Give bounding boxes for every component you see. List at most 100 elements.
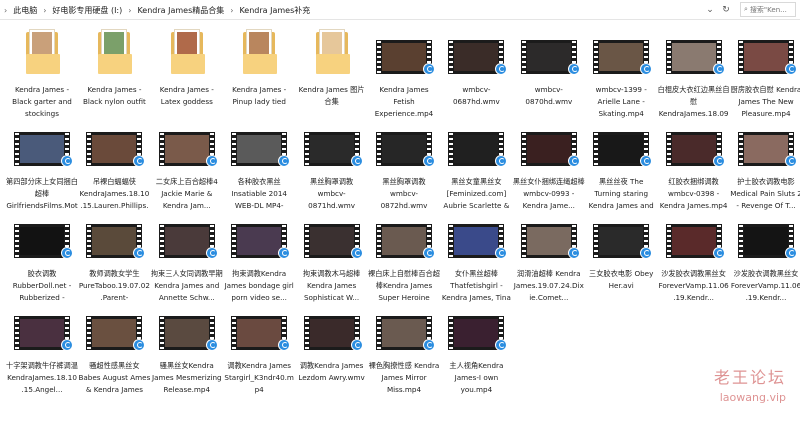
- folder-item[interactable]: Kendra James - Black garter and stocking…: [6, 28, 78, 118]
- video-thumbnail: [664, 120, 725, 170]
- file-name-label: 主人视角Kendra James-I own you.mp4: [449, 361, 504, 394]
- video-file-item[interactable]: wmbcv-0870hd.wmv: [513, 28, 585, 106]
- video-thumbnail: [157, 304, 218, 354]
- video-file-item[interactable]: 黑丝丝夜 The Turning staring Kendra James an…: [585, 120, 657, 210]
- crumb-current[interactable]: Kendra James补充: [237, 4, 312, 17]
- video-thumbnail: [229, 304, 291, 354]
- file-name-label: 裸白床上自慰棒百合超棒Kendra James Super Heroine Wo…: [368, 269, 440, 302]
- video-file-item[interactable]: 调教Kendra James Lezdom Awry.wmv: [296, 304, 368, 382]
- file-name-label: Kendra James - Black nylon outfit: [82, 85, 146, 106]
- video-file-item[interactable]: 黑丝胸罩调教 wmbcv-0872hd.wmv: [368, 120, 440, 210]
- file-name-label: 润滑油超棒 Kendra James.19.07.24.Dixie.Comet.…: [513, 269, 584, 302]
- file-name-label: 沙发胶衣调教黑丝女 ForeverVamp.11.06.19.Kendr...: [730, 269, 800, 302]
- video-file-item[interactable]: wmbcv-0687hd.wmv: [440, 28, 512, 106]
- video-file-item[interactable]: 骚超性感黑丝女 Babes August Ames & Kendra James…: [78, 304, 150, 394]
- video-file-item[interactable]: wmbcv-1399 - Arielle Lane - Skating.mp4: [585, 28, 657, 118]
- video-file-item[interactable]: 裸白床上自慰棒百合超棒Kendra James Super Heroine Wo…: [368, 212, 440, 302]
- video-file-item[interactable]: 调教Kendra James Stargirl_K3ndr40.mp4: [223, 304, 295, 394]
- video-file-item[interactable]: 二女床上百合超棒4 Jackie Marie & Kendra Jam...: [151, 120, 223, 210]
- video-file-item[interactable]: 教师调教女学生 PureTaboo.19.07.02.Parent-Teache…: [78, 212, 150, 302]
- video-thumbnail: [374, 304, 435, 354]
- video-file-item[interactable]: 主人视角Kendra James-I own you.mp4: [440, 304, 512, 394]
- search-input[interactable]: [749, 5, 794, 14]
- video-file-item[interactable]: 润滑油超棒 Kendra James.19.07.24.Dixie.Comet.…: [513, 212, 585, 302]
- crumb-this-pc[interactable]: 此电脑: [11, 4, 39, 17]
- file-name-label: 拘束调教Kendra James bondage girl porn video…: [224, 269, 294, 302]
- video-file-item[interactable]: 十字架调教牛仔裤调温 KendraJames.18.10.15.Angel...: [6, 304, 78, 394]
- file-name-label: Kendra James - Pinup lady tied: [232, 85, 287, 106]
- media-player-icon: [423, 155, 435, 167]
- video-file-item[interactable]: 第四部分床上女同捆白超棒 GirlfriendsFilms.Mother.Dau…: [6, 120, 78, 210]
- video-file-item[interactable]: 黑丝胸罩调教 wmbcv-0871hd.wmv: [296, 120, 368, 210]
- video-thumbnail: [736, 120, 797, 170]
- video-thumbnail: [664, 212, 725, 262]
- media-player-icon: [350, 155, 363, 167]
- media-player-icon: [278, 339, 291, 351]
- video-thumbnail: [446, 212, 508, 262]
- video-file-item[interactable]: 厨房胶衣自慰 Kendra James The New Pleasure.mp4: [730, 28, 800, 118]
- file-name-label: wmbcv-0870hd.wmv: [525, 85, 573, 106]
- video-file-item[interactable]: 女仆黑丝超棒 Thatfetishgirl - Kendra James, Ti…: [440, 212, 512, 302]
- video-file-item[interactable]: 吊裸白蝠蝠侠 KendraJames.18.10.15.Lauren.Phill…: [78, 120, 150, 210]
- video-thumbnail: [446, 120, 508, 170]
- video-thumbnail: [12, 212, 73, 262]
- video-thumbnail: [157, 120, 218, 170]
- file-name-label: 调教Kendra James Lezdom Awry.wmv: [298, 361, 365, 382]
- folder-item[interactable]: Kendra James - Pinup lady tied: [223, 28, 295, 106]
- video-file-item[interactable]: 各种胶衣黑丝 Insatiable 2014 WEB-DL MP4-RARBG.…: [223, 120, 295, 210]
- chevron-right-icon[interactable]: ›: [4, 6, 7, 15]
- folder-icon: [157, 28, 217, 78]
- video-file-item[interactable]: 黑丝女童黑丝女 [Feminized.com] Aubrie Scarlette…: [440, 120, 512, 210]
- video-file-item[interactable]: 骚黑丝女Kendra James Mesmerizing Release.mp4: [151, 304, 223, 394]
- video-thumbnail: [374, 212, 435, 262]
- video-file-item[interactable]: 胶衣调教 RubberDoll.net - Rubberized - Volum…: [6, 212, 78, 302]
- video-thumbnail: [84, 212, 146, 262]
- search-icon: ⌕: [744, 5, 748, 13]
- media-player-icon: [712, 63, 725, 75]
- media-player-icon: [640, 155, 653, 167]
- media-player-icon: [423, 247, 435, 259]
- crumb-collection[interactable]: Kendra James精品合集: [135, 4, 226, 17]
- video-thumbnail: [591, 120, 653, 170]
- media-player-icon: [205, 339, 218, 351]
- video-file-item[interactable]: 白棍皮大衣红边黑丝自慰 KendraJames.18.09.10.Nothi..…: [658, 28, 730, 118]
- video-file-item[interactable]: 红胶衣捆绑调教 wmbcv-0398 - Kendra James.mp4: [658, 120, 730, 210]
- watermark-text: 老王论坛: [713, 368, 786, 387]
- file-name-label: 沙发胶衣调教黑丝女 ForeverVamp.11.06.19.Kendr...: [658, 269, 729, 302]
- file-name-label: 十字架调教牛仔裤调温 KendraJames.18.10.15.Angel...: [6, 361, 78, 394]
- dropdown-icon[interactable]: ⌄: [702, 2, 718, 18]
- video-file-item[interactable]: 拘束三人女同调教早期Kendra James and Annette Schw.…: [151, 212, 223, 302]
- video-file-item[interactable]: Kendra James Fetish Experience.mp4: [368, 28, 440, 118]
- video-file-item[interactable]: 拘束调教木马超棒 Kendra James Sophisticat W...: [296, 212, 368, 302]
- video-thumbnail: [229, 120, 291, 170]
- video-file-item[interactable]: 护士胶衣调教电影Medical Pain Sluts 2 - Revenge O…: [730, 120, 800, 210]
- video-file-item[interactable]: 三女胶衣电影 Obey Her.avi: [585, 212, 657, 290]
- video-file-item[interactable]: 拘束调教Kendra James bondage girl porn video…: [223, 212, 295, 302]
- file-name-label: 第四部分床上女同捆白超棒 GirlfriendsFilms.Mother.Dau…: [6, 177, 78, 210]
- crumb-drive[interactable]: 好电影专用硬盘 (I:): [50, 4, 124, 17]
- folder-item[interactable]: Kendra James - Black nylon outfit: [78, 28, 150, 106]
- search-box[interactable]: ⌕: [740, 2, 796, 17]
- video-thumbnail: [664, 28, 725, 78]
- media-player-icon: [495, 339, 508, 351]
- media-player-icon: [278, 247, 291, 259]
- file-name-label: 黑丝女仆捆绑连绳超棒 wmbcv-0993 - Kendra Jame...: [512, 177, 585, 210]
- chevron-right-icon[interactable]: ›: [128, 6, 131, 15]
- breadcrumb: › 此电脑 › 好电影专用硬盘 (I:) › Kendra James精品合集 …: [4, 0, 312, 20]
- video-thumbnail: [84, 304, 146, 354]
- media-player-icon: [495, 155, 508, 167]
- media-player-icon: [61, 339, 73, 351]
- media-player-icon: [567, 63, 580, 75]
- folder-item[interactable]: Kendra James - Latex goddess: [151, 28, 223, 106]
- video-file-item[interactable]: 黑丝女仆捆绑连绳超棒 wmbcv-0993 - Kendra Jame...: [513, 120, 585, 210]
- refresh-icon[interactable]: ↻: [718, 2, 734, 18]
- video-file-item[interactable]: 裸色胸撩性感 Kendra James Mirror Miss.mp4: [368, 304, 440, 394]
- file-name-label: 胶衣调教 RubberDoll.net - Rubberized - Volum…: [12, 269, 72, 302]
- video-file-item[interactable]: 沙发胶衣调教黑丝女 ForeverVamp.11.06.19.Kendr...: [730, 212, 800, 302]
- file-name-label: 黑丝胸罩调教 wmbcv-0871hd.wmv: [308, 177, 355, 210]
- chevron-right-icon[interactable]: ›: [230, 6, 233, 15]
- folder-item[interactable]: Kendra James 图片合集: [296, 28, 368, 106]
- file-name-label: Kendra James - Black garter and stocking…: [12, 85, 72, 118]
- video-file-item[interactable]: 沙发胶衣调教黑丝女 ForeverVamp.11.06.19.Kendr...: [658, 212, 730, 302]
- chevron-right-icon[interactable]: ›: [43, 6, 46, 15]
